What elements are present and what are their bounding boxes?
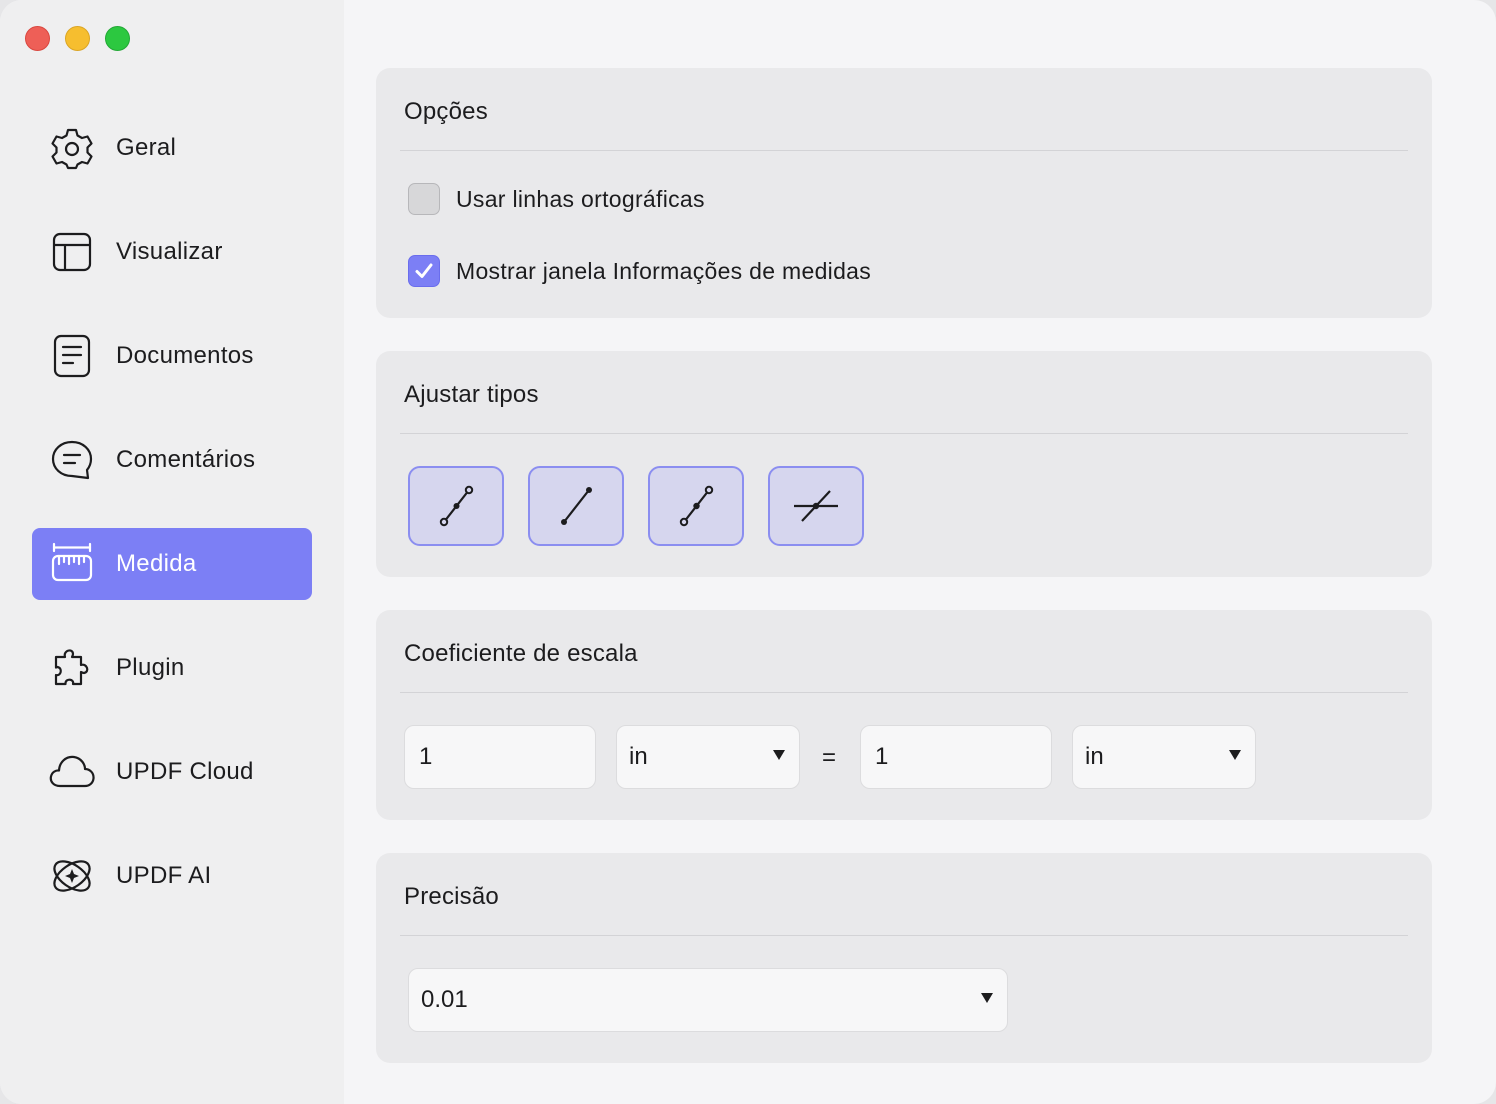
precision-card: Precisão 0.01: [376, 853, 1432, 1063]
dropdown-arrow-icon: [1229, 750, 1241, 760]
ruler-icon: [48, 542, 96, 586]
sidebar: Geral Visualizar Documentos Comentários …: [0, 0, 344, 1104]
scale-left-value-input[interactable]: 1: [404, 725, 596, 789]
snap-types-title: Ajustar tipos: [404, 381, 539, 408]
snap-types-card: Ajustar tipos: [376, 351, 1432, 577]
options-card: Opções Usar linhas ortográficas Mostrar …: [376, 68, 1432, 318]
snap-path-button[interactable]: [528, 466, 624, 546]
dropdown-arrow-icon: [981, 993, 993, 1003]
scale-left-unit-value: in: [629, 743, 648, 770]
equals-sign: =: [822, 744, 837, 771]
options-title: Opções: [404, 98, 488, 125]
zoom-window-button[interactable]: [105, 26, 130, 51]
cloud-icon: [48, 750, 96, 794]
orthographic-lines-checkbox-row[interactable]: Usar linhas ortográficas: [408, 183, 705, 215]
divider: [400, 433, 1408, 434]
sidebar-item-label: Plugin: [116, 654, 185, 681]
show-info-checkbox-row[interactable]: Mostrar janela Informações de medidas: [408, 255, 871, 287]
sidebar-item-geral[interactable]: Geral: [32, 112, 312, 184]
minimize-window-button[interactable]: [65, 26, 90, 51]
checkmark-icon: [415, 263, 433, 278]
sidebar-item-medida[interactable]: Medida: [32, 528, 312, 600]
snap-path-icon: [561, 487, 592, 525]
sidebar-item-label: Visualizar: [116, 238, 223, 265]
sidebar-item-visualizar[interactable]: Visualizar: [32, 216, 312, 288]
scale-left-unit-select[interactable]: in: [616, 725, 800, 789]
orthographic-lines-checkbox[interactable]: [408, 183, 440, 215]
divider: [400, 150, 1408, 151]
sidebar-item-label: Medida: [116, 550, 197, 577]
close-window-button[interactable]: [25, 26, 50, 51]
divider: [400, 692, 1408, 693]
snap-intersection-button[interactable]: [768, 466, 864, 546]
precision-value: 0.01: [421, 986, 468, 1013]
sidebar-item-updf-cloud[interactable]: UPDF Cloud: [32, 736, 312, 808]
preferences-window: Geral Visualizar Documentos Comentários …: [0, 0, 1496, 1104]
gear-icon: [48, 126, 96, 170]
document-icon: [48, 334, 96, 378]
divider: [400, 935, 1408, 936]
orthographic-lines-label: Usar linhas ortográficas: [456, 185, 705, 212]
snap-endpoint-button[interactable]: [408, 466, 504, 546]
sidebar-item-label: Documentos: [116, 342, 254, 369]
puzzle-icon: [48, 646, 96, 690]
snap-midpoint-button[interactable]: [648, 466, 744, 546]
show-info-label: Mostrar janela Informações de medidas: [456, 257, 872, 284]
sidebar-item-updf-ai[interactable]: UPDF AI: [32, 840, 312, 912]
scale-title: Coeficiente de escala: [404, 640, 638, 667]
scale-right-value-input[interactable]: 1: [860, 725, 1052, 789]
sidebar-item-label: Comentários: [116, 446, 256, 473]
sidebar-item-documentos[interactable]: Documentos: [32, 320, 312, 392]
sidebar-item-comentarios[interactable]: Comentários: [32, 424, 312, 496]
sidebar-item-label: Geral: [116, 134, 177, 161]
precision-title: Precisão: [404, 883, 499, 910]
dropdown-arrow-icon: [773, 750, 785, 760]
scale-right-unit-select[interactable]: in: [1072, 725, 1256, 789]
comment-icon: [48, 438, 96, 482]
ai-icon: [48, 854, 96, 898]
scale-card: Coeficiente de escala 1 in = 1 in: [376, 610, 1432, 820]
sidebar-item-label: UPDF Cloud: [116, 758, 254, 785]
snap-endpoint-icon: [439, 485, 474, 527]
sidebar-item-plugin[interactable]: Plugin: [32, 632, 312, 704]
show-info-checkbox[interactable]: [408, 255, 440, 287]
sidebar-item-label: UPDF AI: [116, 862, 212, 889]
scale-right-unit-value: in: [1085, 743, 1104, 770]
snap-midpoint-icon: [679, 485, 714, 527]
snap-intersection-icon: [794, 490, 838, 522]
precision-select[interactable]: 0.01: [408, 968, 1008, 1032]
layout-icon: [48, 230, 96, 274]
